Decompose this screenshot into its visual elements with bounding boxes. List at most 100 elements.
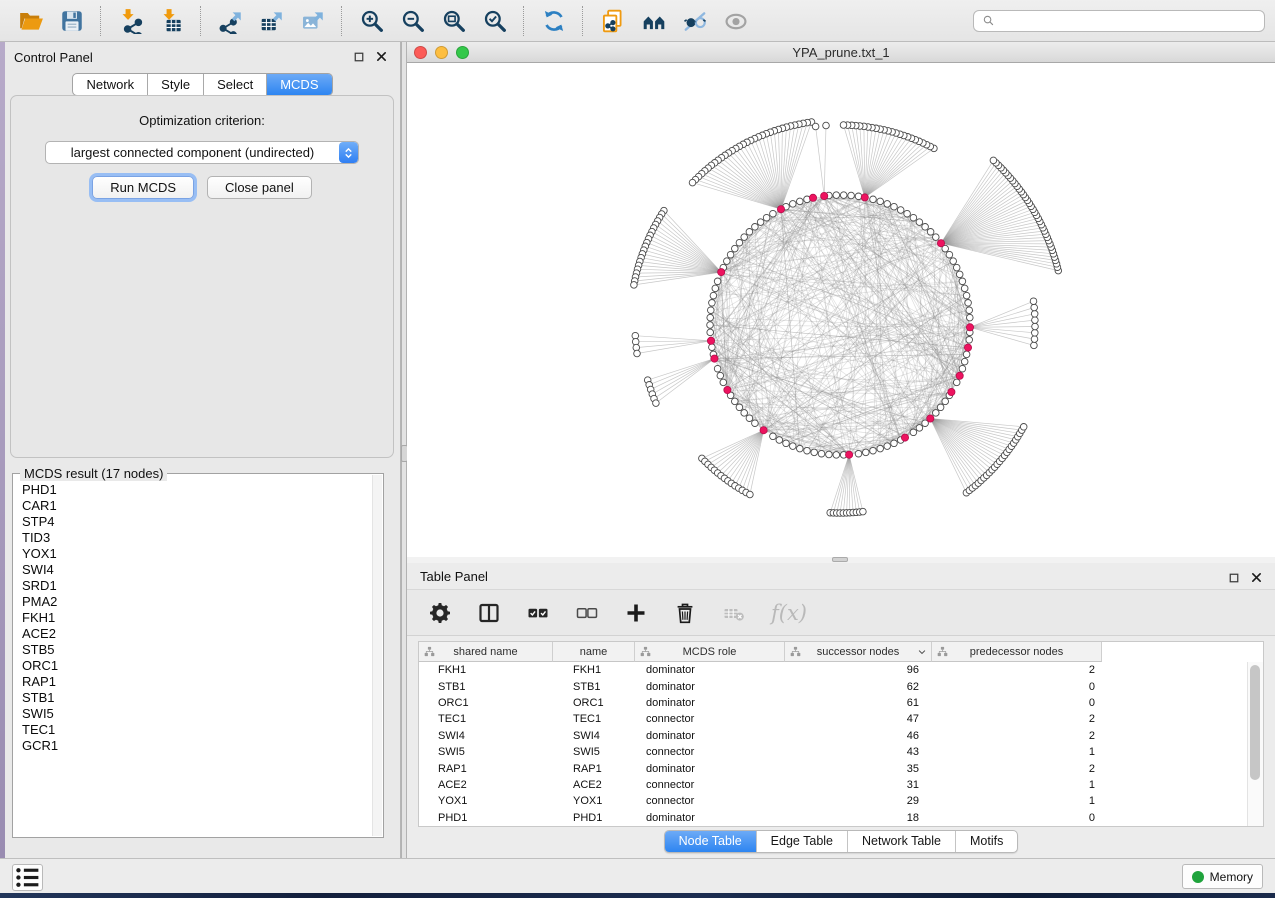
table-cell[interactable]: 1 bbox=[932, 746, 1102, 758]
eye-button[interactable] bbox=[715, 3, 756, 39]
table-cell[interactable]: 2 bbox=[932, 664, 1102, 676]
export-table-button[interactable] bbox=[251, 3, 292, 39]
mcds-list-scrollbar[interactable] bbox=[372, 475, 382, 836]
table-row[interactable]: TEC1TEC1connector472 bbox=[419, 711, 1248, 727]
table-row[interactable]: STB1STB1dominator620 bbox=[419, 678, 1248, 694]
table-cell[interactable]: dominator bbox=[635, 664, 785, 676]
table-cell[interactable]: connector bbox=[635, 795, 785, 807]
tab-mcds[interactable]: MCDS bbox=[266, 74, 331, 95]
table-cell[interactable]: dominator bbox=[635, 730, 785, 742]
tab-node-table[interactable]: Node Table bbox=[665, 831, 756, 852]
table-cell[interactable]: 46 bbox=[785, 730, 932, 742]
table-cell[interactable]: dominator bbox=[635, 681, 785, 693]
close-panel-button[interactable]: Close panel bbox=[207, 176, 312, 199]
mcds-result-item[interactable]: CAR1 bbox=[15, 498, 371, 514]
table-cell[interactable]: dominator bbox=[635, 697, 785, 709]
mcds-result-item[interactable]: PMA2 bbox=[15, 594, 371, 610]
table-cell[interactable]: connector bbox=[635, 779, 785, 791]
binoculars-button[interactable] bbox=[633, 3, 674, 39]
tab-select[interactable]: Select bbox=[203, 74, 266, 95]
table-cell[interactable]: 1 bbox=[932, 795, 1102, 807]
show-columns-button[interactable] bbox=[477, 601, 501, 625]
table-row[interactable]: ORC1ORC1dominator610 bbox=[419, 695, 1248, 711]
table-cell[interactable]: 1 bbox=[932, 779, 1102, 791]
table-cell[interactable]: 18 bbox=[785, 812, 932, 824]
table-cell[interactable]: 2 bbox=[932, 763, 1102, 775]
table-cell[interactable]: STB1 bbox=[553, 681, 635, 693]
table-cell[interactable]: SWI5 bbox=[419, 746, 553, 758]
refresh-button[interactable] bbox=[533, 3, 574, 39]
table-cell[interactable]: 62 bbox=[785, 681, 932, 693]
mcds-result-item[interactable]: SWI4 bbox=[15, 562, 371, 578]
table-cell[interactable]: SWI4 bbox=[419, 730, 553, 742]
table-cell[interactable]: FKH1 bbox=[553, 664, 635, 676]
tab-edge-table[interactable]: Edge Table bbox=[756, 831, 847, 852]
mcds-result-item[interactable]: ORC1 bbox=[15, 658, 371, 674]
table-cell[interactable]: RAP1 bbox=[419, 763, 553, 775]
open-button[interactable] bbox=[10, 3, 51, 39]
table-cell[interactable]: ACE2 bbox=[419, 779, 553, 791]
table-cell[interactable]: 43 bbox=[785, 746, 932, 758]
zoom-selected-button[interactable] bbox=[474, 3, 515, 39]
table-cell[interactable]: 0 bbox=[932, 812, 1102, 824]
table-cell[interactable]: 0 bbox=[932, 697, 1102, 709]
mcds-result-list[interactable]: PHD1CAR1STP4TID3YOX1SWI4SRD1PMA2FKH1ACE2… bbox=[15, 482, 371, 835]
table-cell[interactable]: 96 bbox=[785, 664, 932, 676]
task-history-button[interactable] bbox=[12, 864, 43, 891]
table-cell[interactable]: 61 bbox=[785, 697, 932, 709]
table-cell[interactable]: 0 bbox=[932, 681, 1102, 693]
table-row[interactable]: ACE2ACE2connector311 bbox=[419, 777, 1248, 793]
column-header-name[interactable]: name bbox=[553, 642, 635, 662]
table-scrollbar[interactable] bbox=[1247, 662, 1263, 826]
table-cell[interactable]: SWI5 bbox=[553, 746, 635, 758]
table-cell[interactable]: 47 bbox=[785, 713, 932, 725]
table-cell[interactable]: 29 bbox=[785, 795, 932, 807]
memory-button[interactable]: Memory bbox=[1182, 864, 1263, 889]
mcds-result-item[interactable]: FKH1 bbox=[15, 610, 371, 626]
network-canvas[interactable] bbox=[407, 63, 1275, 557]
unselect-all-button[interactable] bbox=[575, 601, 599, 625]
delete-column-button[interactable] bbox=[673, 601, 697, 625]
column-header-predecessor-nodes[interactable]: predecessor nodes bbox=[932, 642, 1102, 662]
zoom-in-button[interactable] bbox=[351, 3, 392, 39]
table-cell[interactable]: connector bbox=[635, 713, 785, 725]
table-row[interactable]: RAP1RAP1dominator352 bbox=[419, 760, 1248, 776]
network-graph[interactable] bbox=[407, 63, 1275, 557]
mcds-result-item[interactable]: SWI5 bbox=[15, 706, 371, 722]
search-input[interactable] bbox=[1000, 13, 1257, 29]
table-cell[interactable]: 31 bbox=[785, 779, 932, 791]
table-cell[interactable]: 35 bbox=[785, 763, 932, 775]
table-cell[interactable]: YOX1 bbox=[553, 795, 635, 807]
hide-graphics-details-button[interactable] bbox=[674, 3, 715, 39]
mcds-result-item[interactable]: GCR1 bbox=[15, 738, 371, 754]
table-settings-button[interactable] bbox=[428, 601, 452, 625]
table-row[interactable]: SWI4SWI4dominator462 bbox=[419, 728, 1248, 744]
table-row[interactable]: YOX1YOX1connector291 bbox=[419, 793, 1248, 809]
optimization-select[interactable]: largest connected component (undirected) bbox=[45, 141, 359, 164]
clone-network-button[interactable] bbox=[592, 3, 633, 39]
float-table-panel-icon[interactable] bbox=[1229, 570, 1239, 588]
tab-network-table[interactable]: Network Table bbox=[847, 831, 955, 852]
save-button[interactable] bbox=[51, 3, 92, 39]
table-cell[interactable]: TEC1 bbox=[419, 713, 553, 725]
table-scrollbar-thumb[interactable] bbox=[1250, 665, 1260, 780]
table-row[interactable]: FKH1FKH1dominator962 bbox=[419, 662, 1248, 678]
mcds-result-item[interactable]: YOX1 bbox=[15, 546, 371, 562]
mcds-result-item[interactable]: PHD1 bbox=[15, 482, 371, 498]
table-cell[interactable]: connector bbox=[635, 746, 785, 758]
tab-motifs[interactable]: Motifs bbox=[955, 831, 1017, 852]
run-mcds-button[interactable]: Run MCDS bbox=[92, 176, 194, 199]
table-row[interactable]: PHD1PHD1dominator180 bbox=[419, 810, 1248, 826]
select-all-button[interactable] bbox=[526, 601, 550, 625]
mcds-result-item[interactable]: TEC1 bbox=[15, 722, 371, 738]
float-panel-icon[interactable] bbox=[354, 52, 364, 62]
mcds-result-item[interactable]: ACE2 bbox=[15, 626, 371, 642]
mcds-result-item[interactable]: RAP1 bbox=[15, 674, 371, 690]
column-header-mcds-role[interactable]: MCDS role bbox=[635, 642, 785, 662]
table-cell[interactable]: dominator bbox=[635, 763, 785, 775]
mcds-result-item[interactable]: TID3 bbox=[15, 530, 371, 546]
mcds-result-item[interactable]: SRD1 bbox=[15, 578, 371, 594]
mcds-result-item[interactable]: STB1 bbox=[15, 690, 371, 706]
tab-style[interactable]: Style bbox=[147, 74, 203, 95]
table-cell[interactable]: YOX1 bbox=[419, 795, 553, 807]
